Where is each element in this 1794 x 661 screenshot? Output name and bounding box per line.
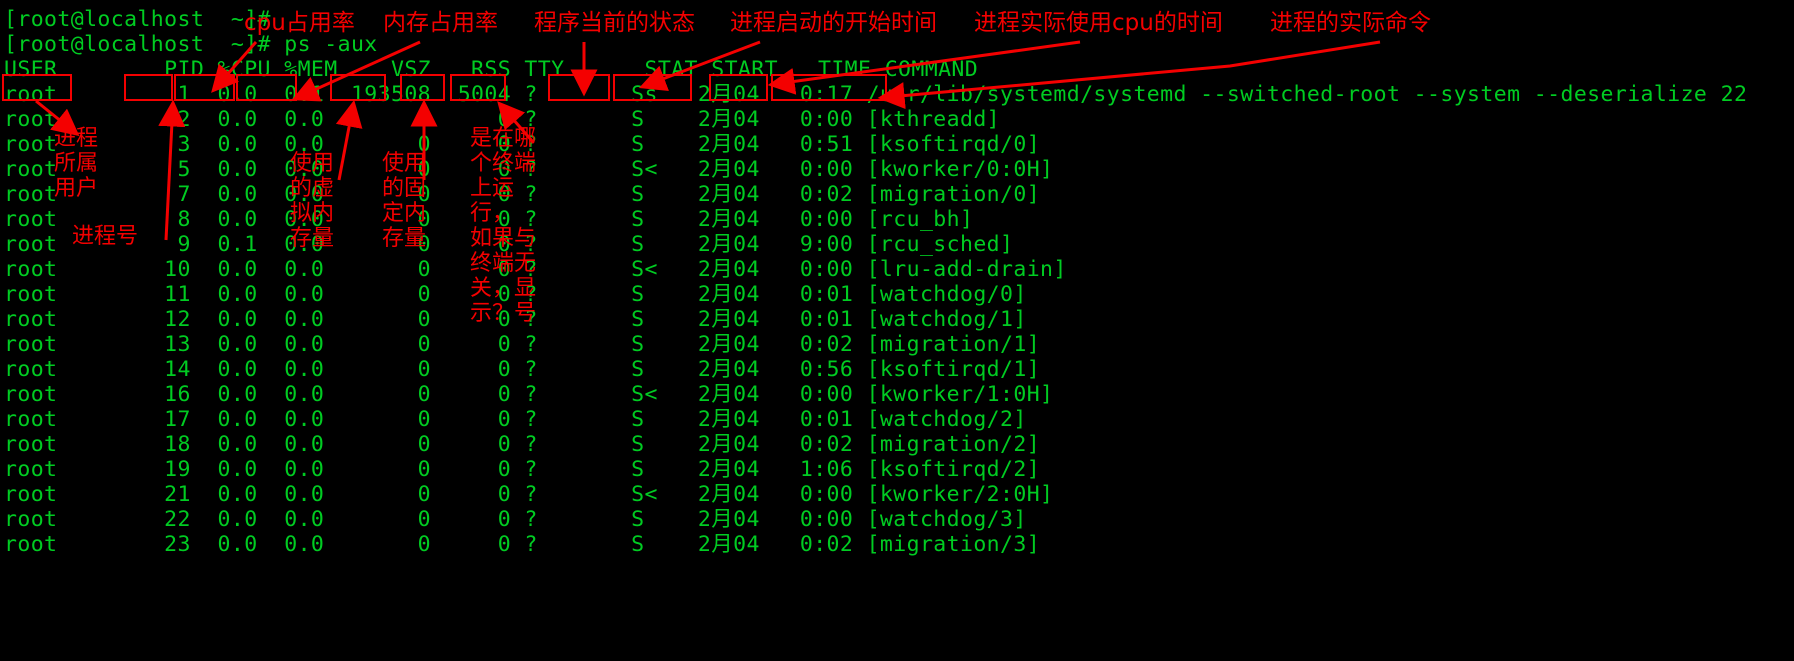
table-row: root 16 0.0 0.0 0 0 ? S< 2月04 0:00 [kwor… <box>4 382 1054 407</box>
terminal-screenshot: [root@localhost ~]# [root@localhost ~]# p… <box>0 0 1794 661</box>
table-row: root 21 0.0 0.0 0 0 ? S< 2月04 0:00 [kwor… <box>4 482 1054 507</box>
table-row: root 22 0.0 0.0 0 0 ? S 2月04 0:00 [watch… <box>4 507 1027 532</box>
table-row: root 19 0.0 0.0 0 0 ? S 2月04 1:06 [ksoft… <box>4 457 1041 482</box>
table-row: root 3 0.0 0.0 0 0 ? S 2月04 0:51 [ksofti… <box>4 132 1041 157</box>
table-row: root 8 0.0 0.0 0 0 ? S 2月04 0:00 [rcu_bh… <box>4 207 974 232</box>
table-row: root 11 0.0 0.0 0 0 ? S 2月04 0:01 [watch… <box>4 282 1027 307</box>
table-row: root 5 0.0 0.0 0 0 ? S< 2月04 0:00 [kwork… <box>4 157 1054 182</box>
table-row: root 10 0.0 0.0 0 0 ? S< 2月04 0:00 [lru-… <box>4 257 1067 282</box>
table-row: root 9 0.1 0.0 0 0 ? S 2月04 9:00 [rcu_sc… <box>4 232 1014 257</box>
table-header-line: USER PID %CPU %MEM VSZ RSS TTY STAT STAR… <box>4 57 979 82</box>
prompt-line: [root@localhost ~]# <box>4 7 271 32</box>
table-row: root 7 0.0 0.0 0 0 ? S 2月04 0:02 [migrat… <box>4 182 1041 207</box>
command-line: [root@localhost ~]# ps -aux <box>4 32 378 57</box>
table-row: root 17 0.0 0.0 0 0 ? S 2月04 0:01 [watch… <box>4 407 1027 432</box>
table-row: root 12 0.0 0.0 0 0 ? S 2月04 0:01 [watch… <box>4 307 1027 332</box>
table-row: root 2 0.0 0.0 0 0 ? S 2月04 0:00 [kthrea… <box>4 107 1001 132</box>
terminal-output[interactable]: [root@localhost ~]# [root@localhost ~]# p… <box>0 0 1794 661</box>
table-row: root 14 0.0 0.0 0 0 ? S 2月04 0:56 [ksoft… <box>4 357 1041 382</box>
table-row: root 1 0.0 0.1 193508 5004 ? Ss 2月04 0:1… <box>4 82 1748 107</box>
table-row: root 18 0.0 0.0 0 0 ? S 2月04 0:02 [migra… <box>4 432 1041 457</box>
table-row: root 23 0.0 0.0 0 0 ? S 2月04 0:02 [migra… <box>4 532 1041 557</box>
table-row: root 13 0.0 0.0 0 0 ? S 2月04 0:02 [migra… <box>4 332 1041 357</box>
